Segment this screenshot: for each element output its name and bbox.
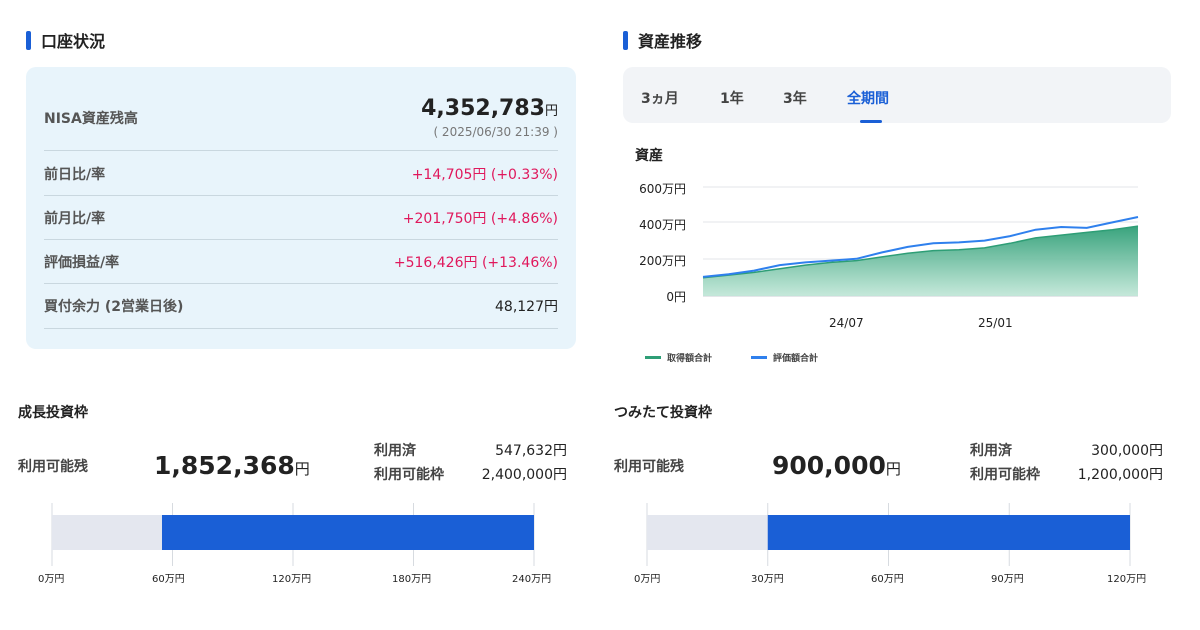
tsumitate-bar-tick: 60万円: [871, 574, 904, 585]
tsumitate-bar-tick: 30万円: [751, 574, 784, 585]
tsumitate-bar-tick: 0万円: [634, 574, 661, 585]
tsumitate-bar-tick: 120万円: [1107, 574, 1147, 585]
tsumitate-bar-tick: 90万円: [991, 574, 1024, 585]
available-segment: [767, 515, 1130, 550]
used-segment: [647, 515, 768, 550]
tsumitate-frame-bar: [646, 503, 1131, 566]
